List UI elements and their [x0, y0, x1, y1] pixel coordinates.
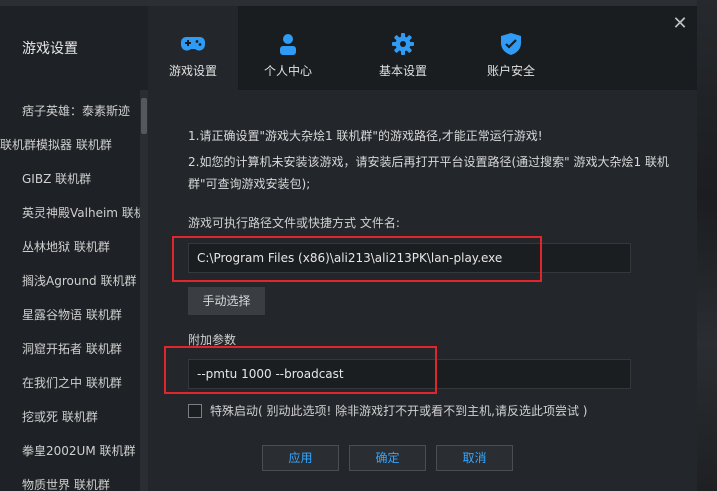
tab-label: 个人中心	[263, 64, 312, 78]
tab-label: 账户安全	[486, 64, 535, 78]
instruction-text: 1.请正确设置"游戏大杂烩1 联机群"的游戏路径,才能正常运行游戏!	[188, 129, 543, 143]
game-list-item[interactable]: 物质世界 联机群	[0, 470, 140, 491]
manual-select-button[interactable]: 手动选择	[188, 287, 265, 315]
gear-icon	[391, 32, 415, 56]
tab-bar: 游戏设置 个人中心 基本设置 账户安全	[148, 6, 697, 90]
sidebar-title: 游戏设置	[0, 6, 148, 90]
ok-button[interactable]: 确定	[349, 445, 426, 471]
tab-game-settings[interactable]: 游戏设置	[148, 6, 238, 90]
game-list-item[interactable]: 在我们之中 联机群	[0, 368, 140, 398]
shield-icon	[499, 32, 523, 56]
game-list-item[interactable]: 英灵神殿Valheim 联机	[0, 198, 140, 228]
sidebar: 游戏设置 痞子英雄：泰素斯迹 联机群模拟器 联机群 GIBZ 联机群 英灵神殿V…	[0, 6, 148, 491]
background-strip-right	[697, 0, 717, 491]
path-label: 游戏可执行路径文件或快捷方式 文件名:	[188, 216, 400, 230]
instruction-text: 群"可查询游戏安装包);	[188, 177, 311, 191]
settings-dialog: 游戏设置 痞子英雄：泰素斯迹 联机群模拟器 联机群 GIBZ 联机群 英灵神殿V…	[0, 6, 697, 491]
special-launch-checkbox[interactable]	[188, 404, 202, 418]
game-list-item[interactable]: GIBZ 联机群	[0, 164, 140, 194]
game-list: 痞子英雄：泰素斯迹 联机群模拟器 联机群 GIBZ 联机群 英灵神殿Valhei…	[0, 90, 140, 491]
tab-label: 游戏设置	[168, 64, 217, 78]
game-list-item[interactable]: 丛林地狱 联机群	[0, 232, 140, 262]
game-list-item[interactable]: 星露谷物语 联机群	[0, 300, 140, 330]
game-settings-panel: 1.请正确设置"游戏大杂烩1 联机群"的游戏路径,才能正常运行游戏! 2.如您的…	[148, 90, 697, 491]
game-list-item[interactable]: 痞子英雄：泰素斯迹	[0, 96, 140, 126]
tab-label: 基本设置	[378, 64, 427, 78]
sidebar-scrollbar[interactable]	[140, 90, 148, 491]
user-icon	[276, 32, 300, 56]
highlight-box	[164, 346, 437, 394]
instruction-text: 2.如您的计算机未安装该游戏，请安装后再打开平台设置路径(通过搜索" 游戏大杂烩…	[188, 155, 669, 169]
game-list-item[interactable]: 搁浅Aground 联机群	[0, 266, 140, 296]
gamepad-icon	[181, 32, 205, 56]
highlight-box	[172, 236, 542, 282]
apply-button[interactable]: 应用	[262, 445, 339, 471]
game-list-item[interactable]: 挖或死 联机群	[0, 402, 140, 432]
close-icon[interactable]: ✕	[670, 14, 690, 34]
tab-personal-center[interactable]: 个人中心	[243, 6, 333, 90]
game-list-item[interactable]: 拳皇2002UM 联机群	[0, 436, 140, 466]
cancel-button[interactable]: 取消	[436, 445, 513, 471]
game-list-item[interactable]: 联机群模拟器 联机群	[0, 130, 140, 160]
tab-account-security[interactable]: 账户安全	[466, 6, 556, 90]
special-launch-label: 特殊启动( 别动此选项! 除非游戏打不开或看不到主机,请反选此项尝试 )	[210, 404, 588, 418]
scrollbar-thumb[interactable]	[141, 98, 147, 134]
tab-basic-settings[interactable]: 基本设置	[358, 6, 448, 90]
game-list-item[interactable]: 洞窟开拓者 联机群	[0, 334, 140, 364]
